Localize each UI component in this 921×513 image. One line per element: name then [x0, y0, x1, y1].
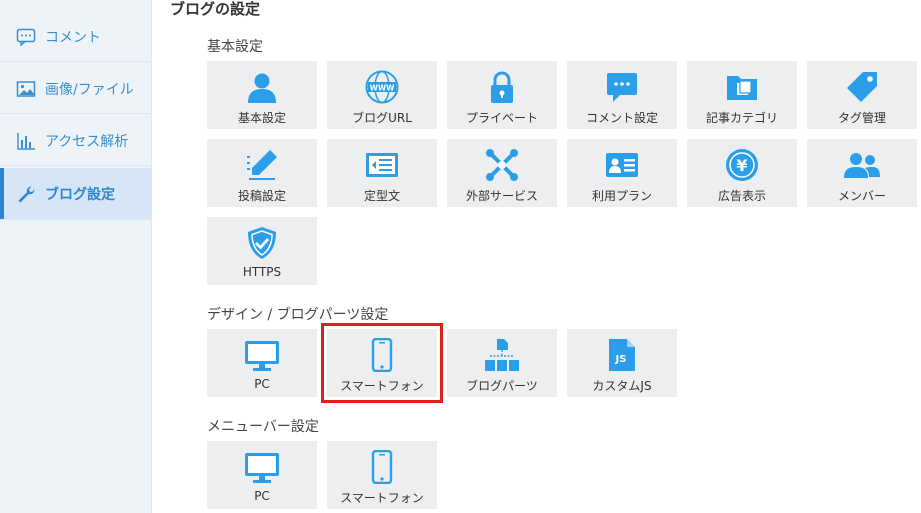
tile-external-services[interactable]: 外部サービス: [447, 139, 557, 207]
tile-label: スマートフォン: [340, 379, 424, 393]
tile-label: ブログURL: [352, 111, 412, 125]
id-card-icon: [567, 148, 677, 182]
tile-label: PC: [254, 489, 270, 503]
section-title-menubar: メニューバー設定: [207, 419, 319, 435]
tile-basic-settings[interactable]: 基本設定: [207, 61, 317, 129]
monitor-icon: [207, 338, 317, 372]
tile-usage-plan[interactable]: 利用プラン: [567, 139, 677, 207]
tile-label: HTTPS: [242, 265, 282, 279]
tile-template-text[interactable]: 定型文: [327, 139, 437, 207]
tile-post-settings[interactable]: 投稿設定: [207, 139, 317, 207]
www-globe-icon: WWW: [327, 70, 437, 104]
sidebar-item-label: アクセス解析: [45, 133, 129, 150]
sidebar-item-analytics[interactable]: アクセス解析: [0, 116, 151, 166]
svg-text:JS: JS: [615, 354, 627, 365]
tile-label: カスタムJS: [592, 379, 652, 393]
bar-chart-icon: [15, 132, 37, 150]
tile-article-category[interactable]: 記事カテゴリ: [687, 61, 797, 129]
tile-label: 投稿設定: [237, 189, 286, 203]
svg-text:WWW: WWW: [370, 84, 396, 93]
tile-label: 利用プラン: [591, 189, 652, 203]
comment-icon: [15, 28, 37, 46]
sidebar-item-label: コメント: [45, 29, 101, 46]
tile-comment-settings[interactable]: コメント設定: [567, 61, 677, 129]
sidebar-item-label: 画像/ファイル: [45, 81, 134, 98]
tile-label: PC: [254, 377, 270, 391]
tile-label: 定型文: [363, 189, 400, 203]
js-file-icon: JS: [567, 338, 677, 372]
smartphone-icon: [327, 338, 437, 372]
comment-bubble-icon: [567, 70, 677, 104]
pencil-icon: [207, 148, 317, 182]
tile-label: 記事カテゴリ: [705, 111, 778, 125]
tile-private[interactable]: プライベート: [447, 61, 557, 129]
page-title: ブログの設定: [170, 0, 261, 18]
sidebar-item-label: ブログ設定: [45, 186, 115, 203]
yen-coin-icon: ¥: [687, 148, 797, 182]
tile-menubar-smartphone[interactable]: スマートフォン: [327, 441, 437, 509]
tile-label: スマートフォン: [340, 491, 424, 505]
blog-parts-icon: [447, 338, 557, 372]
tile-tag-management[interactable]: タグ管理: [807, 61, 917, 129]
tile-members[interactable]: メンバー: [807, 139, 917, 207]
tile-design-smartphone[interactable]: スマートフォン: [321, 323, 443, 403]
tag-icon: [807, 70, 917, 104]
template-icon: [327, 148, 437, 182]
svg-text:¥: ¥: [736, 156, 747, 175]
shield-check-icon: [207, 226, 317, 260]
tile-label: メンバー: [837, 189, 886, 203]
tile-blog-url[interactable]: WWW ブログURL: [327, 61, 437, 129]
members-icon: [807, 148, 917, 182]
sidebar-item-blog-settings[interactable]: ブログ設定: [0, 168, 151, 220]
tile-menubar-pc[interactable]: PC: [207, 441, 317, 509]
wrench-icon: [15, 185, 37, 203]
folder-icon: [687, 70, 797, 104]
tile-label: 基本設定: [237, 111, 286, 125]
tile-design-pc[interactable]: PC: [207, 329, 317, 397]
tile-label: 外部サービス: [465, 189, 538, 203]
tile-blog-parts[interactable]: ブログパーツ: [447, 329, 557, 397]
sidebar: コメント 画像/ファイル アクセス解析 ブログ設定: [0, 0, 152, 513]
user-icon: [207, 70, 317, 104]
smartphone-icon: [327, 450, 437, 484]
tools-icon: [447, 148, 557, 182]
tile-label: 広告表示: [717, 189, 766, 203]
tile-ad-display[interactable]: ¥ 広告表示: [687, 139, 797, 207]
tile-label: ブログパーツ: [466, 379, 538, 393]
image-icon: [15, 80, 37, 98]
tile-label: プライベート: [465, 111, 538, 125]
monitor-icon: [207, 450, 317, 484]
tile-custom-js[interactable]: JS カスタムJS: [567, 329, 677, 397]
sidebar-item-comment[interactable]: コメント: [0, 12, 151, 62]
tile-https[interactable]: HTTPS: [207, 217, 317, 285]
section-title-design: デザイン / ブログパーツ設定: [207, 307, 389, 323]
sidebar-item-images[interactable]: 画像/ファイル: [0, 64, 151, 114]
section-title-basic: 基本設定: [207, 39, 263, 55]
tile-label: タグ管理: [837, 111, 886, 125]
tile-label: コメント設定: [585, 111, 658, 125]
lock-icon: [447, 70, 557, 104]
